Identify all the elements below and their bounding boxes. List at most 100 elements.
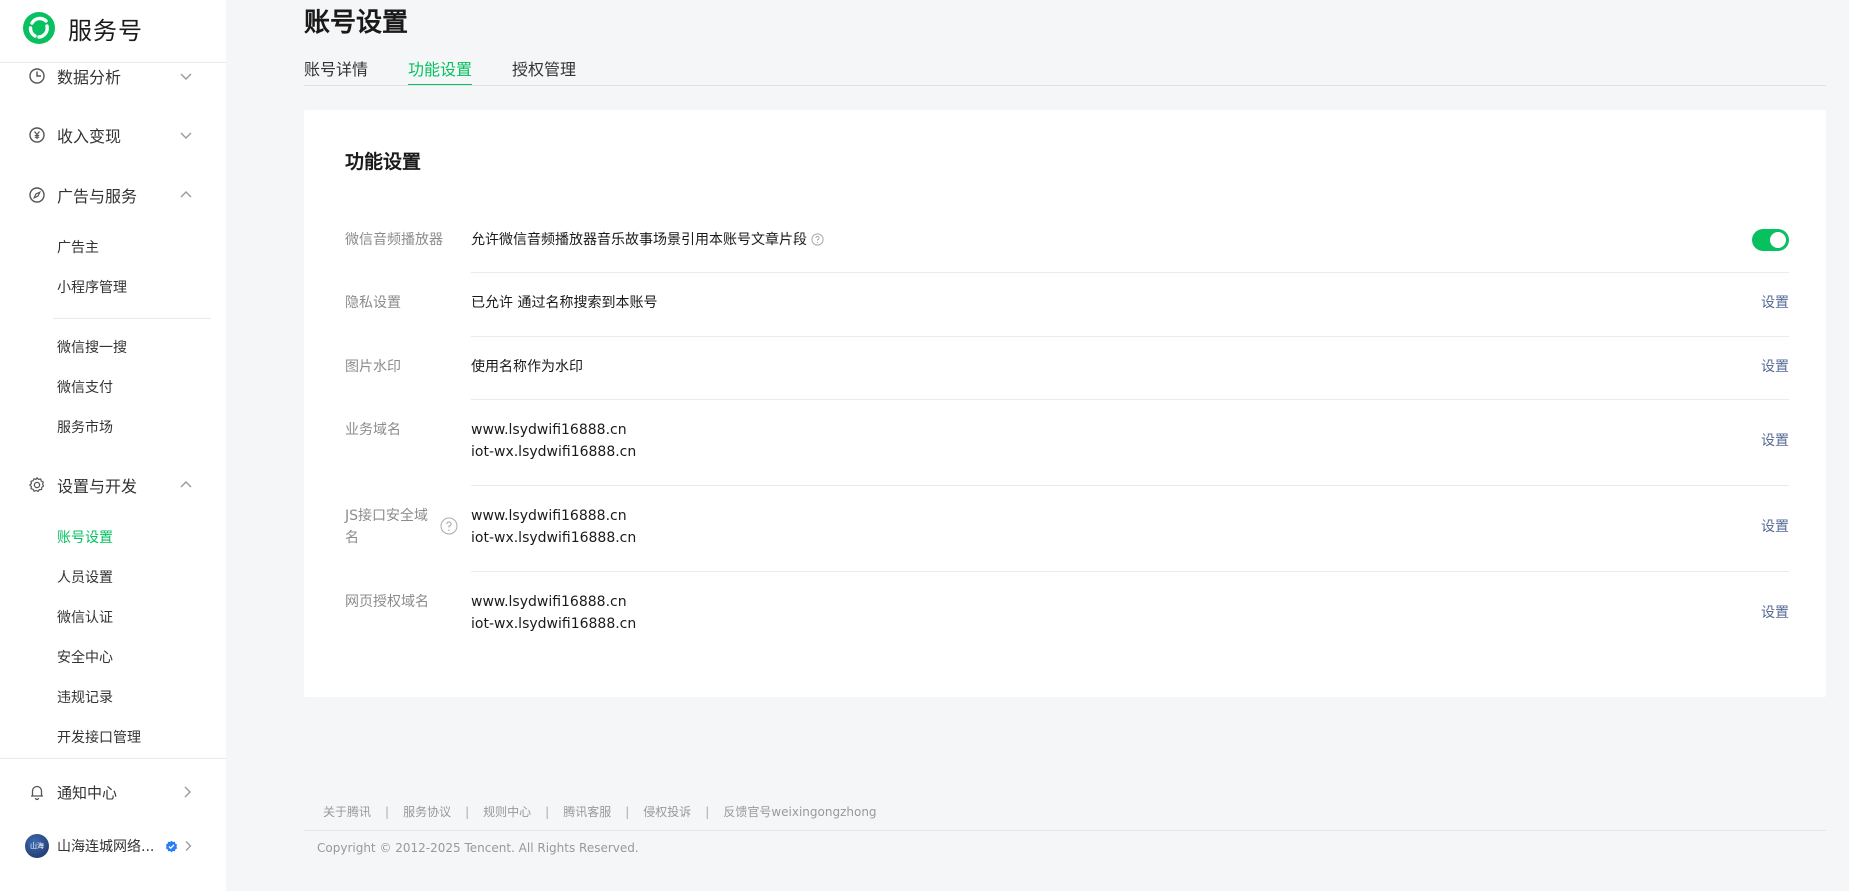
sidebar-item-member-settings[interactable]: 人员设置 bbox=[57, 567, 113, 589]
web-auth-domain-settings-link[interactable]: 设置 bbox=[1761, 602, 1789, 624]
divider bbox=[53, 318, 211, 319]
domain-value: www.lsydwifi16888.cn bbox=[471, 422, 627, 438]
nav-group-data-analysis[interactable]: 数据分析 bbox=[0, 56, 226, 96]
sidebar-item-service-market[interactable]: 服务市场 bbox=[57, 417, 113, 439]
sidebar-item-wechat-pay[interactable]: 微信支付 bbox=[57, 377, 113, 399]
chevron-down-icon bbox=[180, 132, 192, 139]
setting-row-js-domain: JS接口安全域 名 www.lsydwifi16888.cn iot-wx.ls… bbox=[345, 505, 1789, 549]
compass-icon bbox=[29, 187, 45, 203]
sidebar-item-wechat-verification[interactable]: 微信认证 bbox=[57, 607, 113, 629]
tab-feature-settings[interactable]: 功能设置 bbox=[408, 56, 472, 80]
setting-label: 网页授权域名 bbox=[345, 594, 429, 610]
setting-value-text: 允许微信音频播放器音乐故事场景引用本账号文章片段 bbox=[471, 232, 807, 248]
avatar: 山海 bbox=[25, 834, 49, 858]
nav-group-label: 广告与服务 bbox=[57, 187, 138, 206]
setting-row-web-auth-domain: 网页授权域名 www.lsydwifi16888.cn iot-wx.lsydw… bbox=[345, 591, 1789, 635]
domain-value: iot-wx.lsydwifi16888.cn bbox=[471, 616, 637, 632]
nav-group-monetization[interactable]: 收入变现 bbox=[0, 115, 226, 155]
sidebar-item-miniprogram[interactable]: 小程序管理 bbox=[57, 277, 127, 299]
setting-row-privacy: 隐私设置 已允许 通过名称搜索到本账号 设置 bbox=[345, 292, 1789, 314]
footer-link-rules[interactable]: 规则中心 bbox=[483, 803, 531, 820]
help-icon[interactable] bbox=[811, 233, 824, 246]
domain-value: iot-wx.lsydwifi16888.cn bbox=[471, 444, 637, 460]
footer-link-support[interactable]: 腾讯客服 bbox=[563, 803, 611, 820]
verified-badge-icon bbox=[165, 840, 178, 852]
account-name: 山海连城网络... bbox=[57, 839, 155, 855]
audio-player-toggle[interactable] bbox=[1752, 229, 1789, 251]
footer-separator: | bbox=[625, 804, 630, 819]
sidebar-item-security-center[interactable]: 安全中心 bbox=[57, 647, 113, 669]
divider bbox=[471, 571, 1789, 572]
footer-link-about[interactable]: 关于腾讯 bbox=[323, 803, 371, 820]
divider bbox=[471, 485, 1789, 486]
chart-pie-icon bbox=[29, 68, 45, 84]
business-domain-settings-link[interactable]: 设置 bbox=[1761, 430, 1789, 452]
sidebar-item-advertiser[interactable]: 广告主 bbox=[57, 237, 99, 259]
divider bbox=[304, 85, 1826, 86]
notification-center[interactable]: 通知中心 bbox=[0, 772, 226, 812]
page-title: 账号设置 bbox=[304, 8, 409, 38]
footer-separator: | bbox=[705, 804, 710, 819]
chevron-up-icon bbox=[180, 481, 192, 488]
setting-row-business-domain: 业务域名 www.lsydwifi16888.cn iot-wx.lsydwif… bbox=[345, 419, 1789, 463]
card-title: 功能设置 bbox=[345, 151, 422, 173]
divider bbox=[304, 830, 1826, 831]
setting-label: 名 bbox=[345, 530, 359, 546]
chevron-down-icon bbox=[180, 73, 192, 80]
setting-label: 图片水印 bbox=[345, 359, 401, 375]
divider bbox=[0, 758, 226, 759]
toggle-knob bbox=[1770, 232, 1786, 248]
js-domain-settings-link[interactable]: 设置 bbox=[1761, 516, 1789, 538]
domain-value: www.lsydwifi16888.cn bbox=[471, 508, 627, 524]
domain-value: www.lsydwifi16888.cn bbox=[471, 594, 627, 610]
bell-icon bbox=[31, 785, 43, 801]
setting-value: 允许微信音频播放器音乐故事场景引用本账号文章片段 bbox=[471, 229, 824, 251]
divider bbox=[471, 399, 1789, 400]
footer-link-infringement[interactable]: 侵权投诉 bbox=[643, 803, 691, 820]
domain-value: iot-wx.lsydwifi16888.cn bbox=[471, 530, 637, 546]
divider bbox=[471, 336, 1789, 337]
setting-row-watermark: 图片水印 使用名称作为水印 设置 bbox=[345, 356, 1789, 378]
setting-label: 业务域名 bbox=[345, 422, 401, 438]
nav-group-label: 收入变现 bbox=[57, 127, 122, 146]
feature-settings-card: 功能设置 微信音频播放器 允许微信音频播放器音乐故事场景引用本账号文章片段 隐私… bbox=[304, 110, 1826, 697]
tab-account-details[interactable]: 账号详情 bbox=[304, 56, 368, 80]
chevron-right-icon bbox=[184, 786, 191, 798]
watermark-settings-link[interactable]: 设置 bbox=[1761, 356, 1789, 378]
divider bbox=[471, 272, 1789, 273]
setting-value: 已允许 通过名称搜索到本账号 bbox=[471, 295, 658, 311]
gear-icon bbox=[29, 477, 45, 492]
nav-group-ads-services[interactable]: 广告与服务 bbox=[0, 175, 226, 215]
tab-authorization[interactable]: 授权管理 bbox=[512, 56, 576, 80]
footer-links: 关于腾讯 | 服务协议 | 规则中心 | 腾讯客服 | 侵权投诉 | 反馈官号w… bbox=[323, 803, 877, 820]
setting-row-audio-player: 微信音频播放器 允许微信音频播放器音乐故事场景引用本账号文章片段 bbox=[345, 229, 1789, 251]
yuan-coin-icon bbox=[29, 127, 45, 143]
footer-separator: | bbox=[545, 804, 550, 819]
setting-label: 隐私设置 bbox=[345, 295, 401, 311]
chevron-right-icon bbox=[185, 841, 192, 851]
sidebar-item-account-settings[interactable]: 账号设置 bbox=[57, 527, 113, 549]
sidebar-item-violation-records[interactable]: 违规记录 bbox=[57, 687, 113, 709]
brand[interactable]: 服务号 bbox=[22, 10, 143, 46]
nav-group-settings-dev[interactable]: 设置与开发 bbox=[0, 465, 226, 505]
account-switcher[interactable]: 山海 山海连城网络... bbox=[0, 826, 226, 866]
nav-group-label: 设置与开发 bbox=[57, 477, 138, 496]
service-account-logo-icon bbox=[23, 12, 55, 44]
app-root: 服务号 数据分析 收入变现 广告与服务 广告主 小程序管理 微信搜一搜 微信支付… bbox=[0, 0, 1849, 891]
footer-link-agreement[interactable]: 服务协议 bbox=[403, 803, 451, 820]
footer-link-feedback[interactable]: 反馈官号weixingongzhong bbox=[723, 803, 876, 820]
nav-group-label: 数据分析 bbox=[57, 68, 122, 87]
brand-name: 服务号 bbox=[68, 16, 143, 45]
notification-center-label: 通知中心 bbox=[57, 783, 118, 802]
footer-separator: | bbox=[465, 804, 470, 819]
chevron-up-icon bbox=[180, 191, 192, 198]
privacy-settings-link[interactable]: 设置 bbox=[1761, 292, 1789, 314]
setting-value: 使用名称作为水印 bbox=[471, 359, 583, 375]
sidebar: 服务号 数据分析 收入变现 广告与服务 广告主 小程序管理 微信搜一搜 微信支付… bbox=[0, 0, 226, 891]
help-icon[interactable] bbox=[440, 517, 458, 535]
copyright: Copyright © 2012-2025 Tencent. All Right… bbox=[317, 841, 639, 855]
footer-separator: | bbox=[385, 804, 390, 819]
setting-label: 微信音频播放器 bbox=[345, 232, 443, 248]
sidebar-item-dev-api[interactable]: 开发接口管理 bbox=[57, 727, 141, 749]
sidebar-item-wechat-search[interactable]: 微信搜一搜 bbox=[57, 337, 127, 359]
